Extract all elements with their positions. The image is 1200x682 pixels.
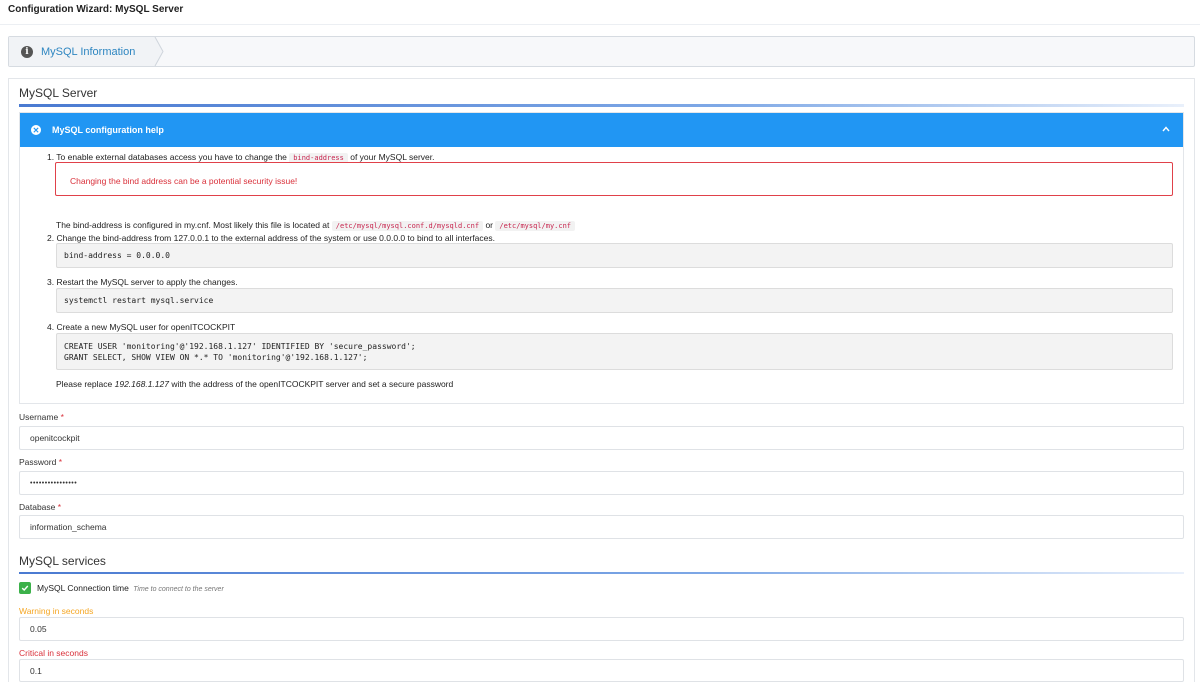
security-alert: Changing the bind address can be a poten…: [55, 162, 1173, 196]
help-step-2: 2. Change the bind-address from 127.0.0.…: [47, 233, 495, 243]
help-note-text: Please replace: [56, 379, 113, 389]
code-line: GRANT SELECT, SHOW VIEW ON *.* TO 'monit…: [64, 353, 368, 362]
section-divider: [19, 572, 1184, 574]
help-step-4: 4. Create a new MySQL user for openITCOC…: [47, 322, 236, 332]
cnf-or-text: or: [485, 220, 493, 230]
help-step-1: 1. To enable external databases access y…: [47, 152, 435, 163]
chevron-up-icon[interactable]: [1161, 124, 1171, 134]
help-step-1-text-end: of your MySQL server.: [350, 152, 435, 162]
password-label: Password *: [19, 457, 62, 467]
checkmark-icon: [21, 585, 29, 591]
section-divider: [19, 104, 1184, 107]
section-title-mysql-services: MySQL services: [19, 554, 106, 568]
code-line: CREATE USER 'monitoring'@'192.168.1.127'…: [64, 342, 416, 351]
header-divider: [0, 24, 1200, 25]
critical-label: Critical in seconds: [19, 648, 88, 658]
required-mark: *: [57, 502, 62, 512]
database-label-text: Database: [19, 502, 56, 512]
cnf-location-label: The bind-address is configured in my.cnf…: [56, 220, 330, 230]
username-label-text: Username: [19, 412, 59, 422]
wizard-step-mysql-information[interactable]: i MySQL Information: [9, 37, 155, 66]
username-label: Username *: [19, 412, 64, 422]
service-description: Time to connect to the server: [133, 586, 224, 593]
help-note-ip: 192.168.1.127: [114, 379, 169, 389]
cnf-path-1: /etc/mysql/mysql.conf.d/mysqld.cnf: [331, 221, 484, 231]
code-block-create-user: CREATE USER 'monitoring'@'192.168.1.127'…: [56, 333, 1173, 370]
service-name: MySQL Connection time: [37, 583, 129, 593]
service-checkbox-label[interactable]: MySQL Connection time Time to connect to…: [37, 583, 224, 593]
help-note: Please replace 192.168.1.127 with the ad…: [56, 379, 453, 389]
help-note-text-end: with the address of the openITCOCKPIT se…: [171, 379, 454, 389]
wizard-step-label: MySQL Information: [41, 45, 136, 58]
wizard-steps-bar: i MySQL Information: [8, 36, 1195, 67]
info-icon: i: [21, 45, 33, 58]
required-mark: *: [60, 412, 64, 422]
cnf-path-2: /etc/mysql/my.cnf: [495, 221, 576, 231]
help-step-1-text: 1. To enable external databases access y…: [47, 152, 287, 162]
username-input[interactable]: openitcockpit: [19, 426, 1184, 450]
close-circle-icon[interactable]: ✕: [31, 125, 41, 135]
page-title: Configuration Wizard: MySQL Server: [8, 4, 184, 15]
password-input[interactable]: ••••••••••••••••: [19, 471, 1184, 495]
cnf-location-text: The bind-address is configured in my.cnf…: [56, 220, 576, 231]
warning-label: Warning in seconds: [19, 606, 94, 616]
code-block-bind-address: bind-address = 0.0.0.0: [56, 243, 1173, 268]
code-block-restart: systemctl restart mysql.service: [56, 288, 1173, 313]
code-line: bind-address = 0.0.0.0: [64, 251, 170, 260]
database-input[interactable]: information_schema: [19, 515, 1184, 539]
critical-input[interactable]: 0.1: [19, 659, 1184, 682]
help-step-3: 3. Restart the MySQL server to apply the…: [47, 277, 238, 287]
service-checkbox[interactable]: [19, 582, 31, 594]
database-label: Database *: [19, 502, 61, 512]
warning-input[interactable]: 0.05: [19, 617, 1184, 641]
help-panel-title: MySQL configuration help: [52, 125, 164, 135]
password-label-text: Password: [19, 457, 57, 467]
required-mark: *: [58, 457, 63, 467]
security-alert-text: Changing the bind address can be a poten…: [70, 176, 298, 186]
step-arrow-icon: [149, 37, 164, 66]
section-title-mysql-server: MySQL Server: [19, 86, 98, 100]
help-panel-header[interactable]: ✕ MySQL configuration help: [20, 113, 1183, 147]
code-line: systemctl restart mysql.service: [64, 296, 214, 305]
